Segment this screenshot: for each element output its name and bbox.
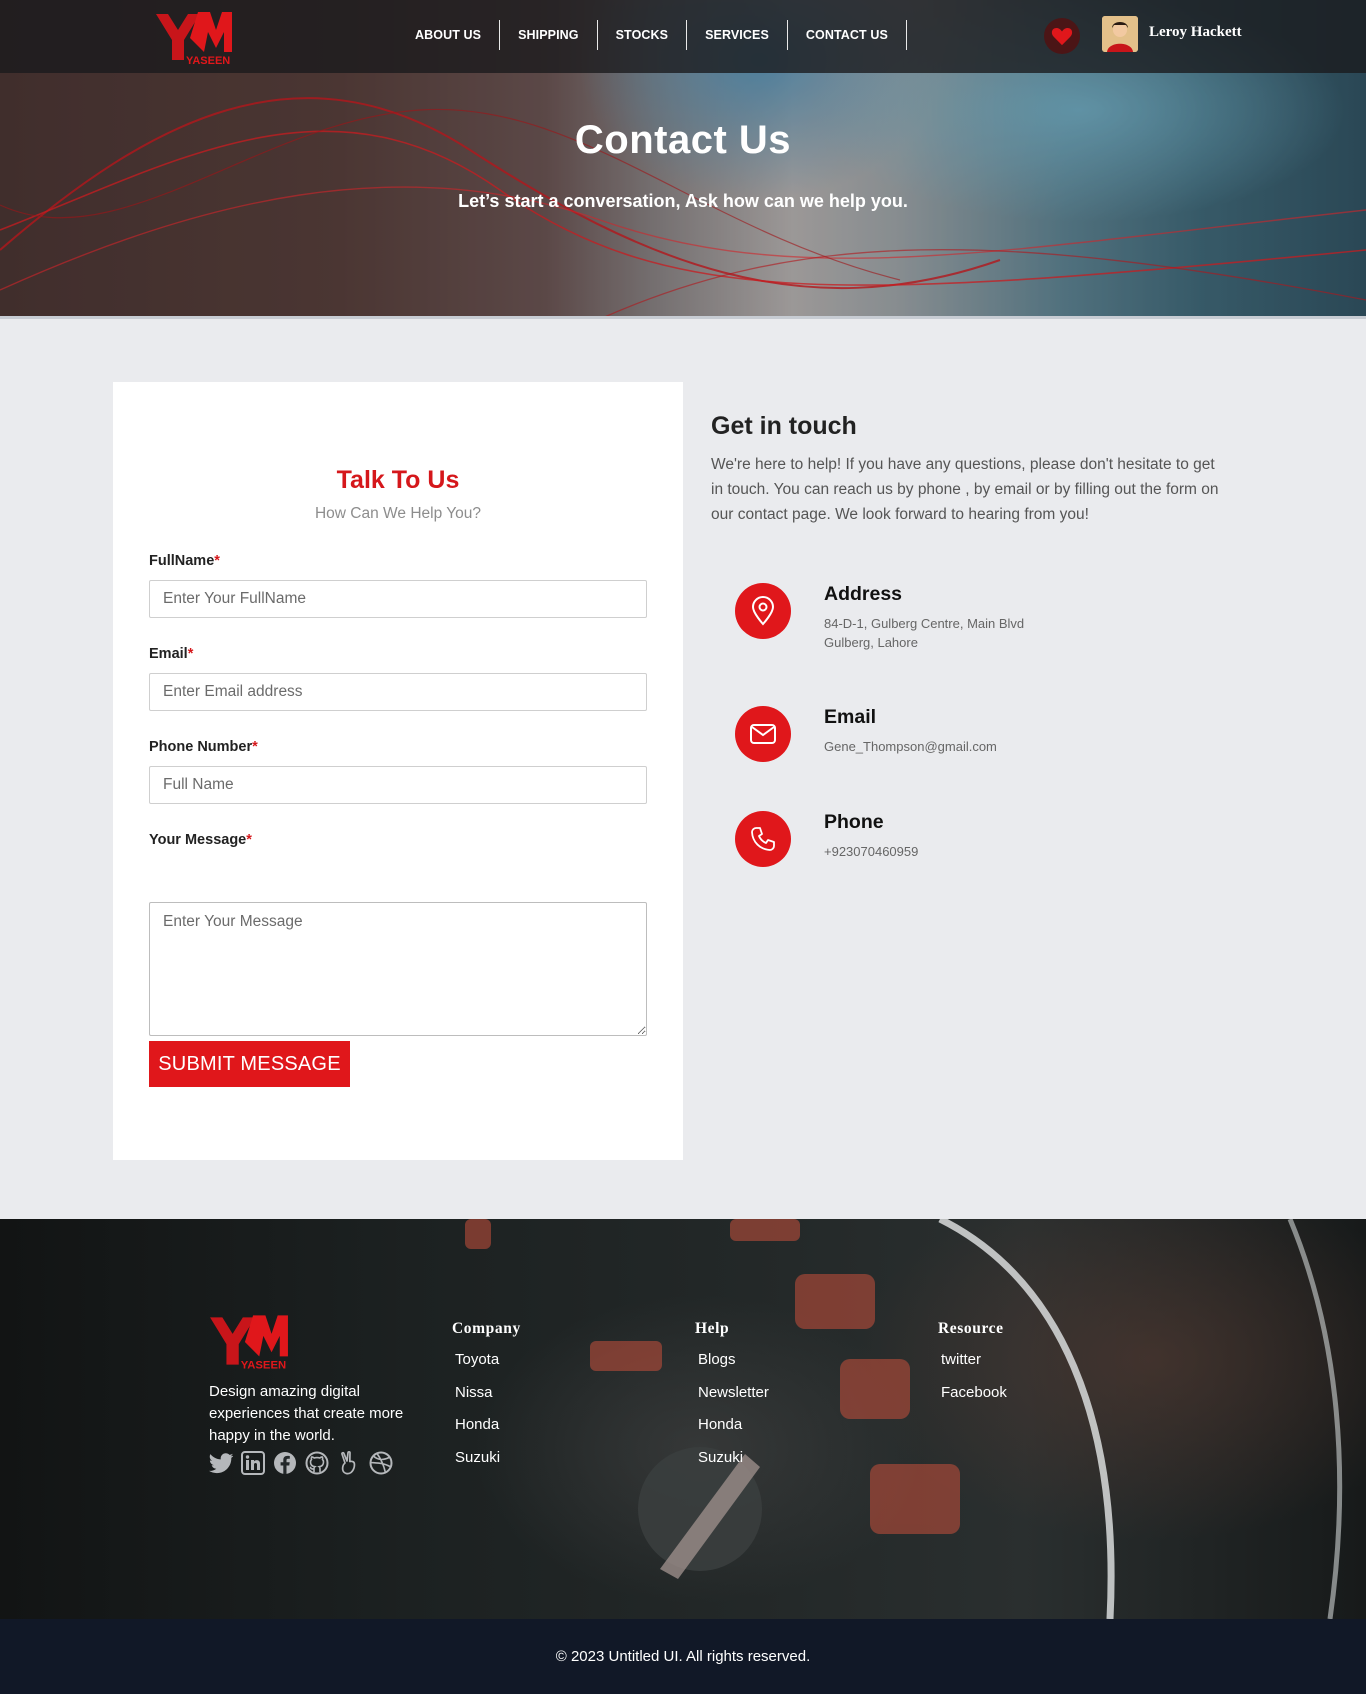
email-input[interactable]	[149, 673, 647, 711]
footer-link-facebook[interactable]: Facebook	[941, 1384, 1007, 1417]
footer-link-honda[interactable]: Honda	[698, 1416, 769, 1449]
email-label: Email*	[149, 646, 194, 662]
phone-icon	[751, 827, 775, 851]
footer-logo-text: YASEEN	[241, 1360, 286, 1371]
submit-message-button[interactable]: SUBMIT MESSAGE	[149, 1041, 350, 1087]
hero-divider	[0, 316, 1366, 319]
copyright-bar: © 2023 Untitled UI. All rights reserved.	[0, 1619, 1366, 1694]
nav-links: ABOUT US SHIPPING STOCKS SERVICES CONTAC…	[397, 20, 907, 50]
github-icon[interactable]	[305, 1451, 329, 1475]
peace-hand-icon[interactable]	[337, 1451, 361, 1475]
fullname-label: FullName*	[149, 553, 220, 569]
facebook-icon[interactable]	[273, 1451, 297, 1475]
footer-column-title: Company	[452, 1320, 521, 1337]
form-title: Talk To Us	[336, 466, 460, 494]
user-name[interactable]: Leroy Hackett	[1149, 24, 1242, 41]
top-navbar: YASEEN ABOUT US SHIPPING STOCKS SERVICES…	[0, 0, 1366, 73]
heart-icon	[1051, 27, 1073, 46]
phone-input[interactable]	[149, 766, 647, 804]
footer-column-resource: Resource twitter Facebook	[938, 1320, 1007, 1416]
email-icon-circle	[735, 706, 791, 762]
phone-text[interactable]: +923070460959	[824, 842, 918, 861]
page-title: Contact Us	[574, 118, 792, 162]
footer-column-help: Help Blogs Newsletter Honda Suzuki	[695, 1320, 769, 1481]
footer-logo[interactable]: YASEEN	[208, 1311, 290, 1371]
form-subtitle: How Can We Help You?	[314, 505, 481, 522]
address-line-1: 84-D-1, Gulberg Centre, Main Blvd	[824, 616, 1025, 631]
dribbble-icon[interactable]	[369, 1451, 393, 1475]
twitter-icon[interactable]	[209, 1451, 233, 1475]
phone-label: Phone Number*	[149, 739, 258, 755]
contact-section: Talk To Us How Can We Help You? FullName…	[0, 319, 1366, 1219]
footer: YASEEN Design amazing digital experience…	[0, 1219, 1366, 1619]
get-in-touch-description: We're here to help! If you have any ques…	[711, 456, 1219, 523]
footer-link-suzuki[interactable]: Suzuki	[698, 1449, 769, 1482]
get-in-touch-title: Get in touch	[711, 412, 857, 440]
logo-text: YASEEN	[186, 55, 230, 66]
footer-link-honda[interactable]: Honda	[455, 1416, 521, 1449]
phone-icon-circle	[735, 811, 791, 867]
brand-logo[interactable]: YASEEN	[154, 8, 234, 66]
address-icon-circle	[735, 583, 791, 639]
footer-link-blogs[interactable]: Blogs	[698, 1351, 769, 1384]
nav-about-us[interactable]: ABOUT US	[397, 20, 501, 50]
address-line-2: Gulberg, Lahore	[824, 635, 918, 650]
nav-stocks[interactable]: STOCKS	[598, 20, 688, 50]
page-subtitle: Let’s start a conversation, Ask how can …	[458, 191, 908, 211]
contact-form-card: Talk To Us How Can We Help You? FullName…	[113, 382, 683, 1160]
footer-column-title: Help	[695, 1320, 730, 1337]
email-title: Email	[824, 706, 877, 728]
social-links	[209, 1451, 393, 1475]
nav-contact-us[interactable]: CONTACT US	[788, 20, 907, 50]
footer-column-company: Company Toyota Nissa Honda Suzuki	[452, 1320, 521, 1481]
footer-link-nissa[interactable]: Nissa	[455, 1384, 521, 1417]
footer-link-twitter[interactable]: twitter	[941, 1351, 1007, 1384]
fullname-input[interactable]	[149, 580, 647, 618]
footer-column-title: Resource	[938, 1320, 1004, 1337]
linkedin-icon[interactable]	[241, 1451, 265, 1475]
footer-link-toyota[interactable]: Toyota	[455, 1351, 521, 1384]
message-label: Your Message*	[149, 832, 252, 848]
message-textarea[interactable]	[149, 902, 647, 1036]
mail-icon	[750, 724, 776, 744]
footer-link-suzuki[interactable]: Suzuki	[455, 1449, 521, 1482]
nav-services[interactable]: SERVICES	[687, 20, 788, 50]
footer-tagline: Design amazing digital experiences that …	[209, 1383, 404, 1444]
user-avatar[interactable]	[1102, 16, 1138, 52]
address-text: 84-D-1, Gulberg Centre, Main Blvd Gulber…	[824, 614, 1024, 652]
phone-title: Phone	[824, 811, 884, 833]
email-text[interactable]: Gene_Thompson@gmail.com	[824, 737, 997, 756]
avatar-image	[1102, 16, 1138, 52]
speedometer-background	[465, 1219, 1343, 1619]
footer-link-newsletter[interactable]: Newsletter	[698, 1384, 769, 1417]
favorites-button[interactable]	[1044, 18, 1080, 54]
location-pin-icon	[751, 596, 775, 626]
hero-banner: YASEEN ABOUT US SHIPPING STOCKS SERVICES…	[0, 0, 1366, 319]
address-title: Address	[824, 583, 903, 605]
nav-shipping[interactable]: SHIPPING	[500, 20, 598, 50]
